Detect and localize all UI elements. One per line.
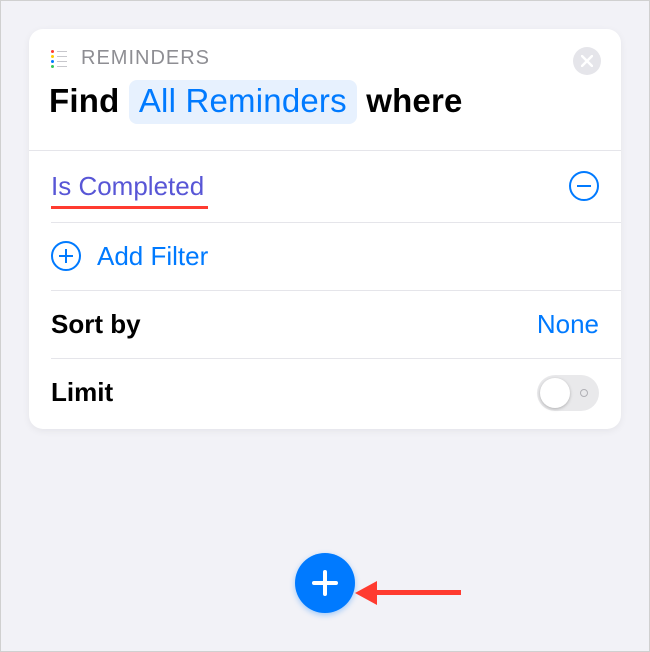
limit-toggle[interactable] (537, 375, 599, 411)
close-icon (581, 55, 593, 67)
query-row: Find All Reminders where (29, 80, 621, 150)
reminders-app-icon (49, 49, 69, 69)
find-label: Find (49, 82, 119, 119)
app-name-label: REMINDERS (81, 47, 210, 70)
limit-label: Limit (51, 377, 113, 408)
card-header: REMINDERS (29, 29, 621, 80)
plus-circle-icon (51, 241, 81, 271)
add-filter-row[interactable]: Add Filter (29, 223, 621, 290)
annotation-underline (51, 206, 208, 209)
minus-icon (577, 185, 591, 187)
remove-filter-button[interactable] (569, 171, 599, 201)
close-button[interactable] (573, 47, 601, 75)
action-card: REMINDERS Find All Reminders where Is Co… (29, 29, 621, 429)
where-label: where (366, 82, 462, 119)
add-action-button[interactable] (295, 553, 355, 613)
annotation-arrow (371, 590, 461, 595)
sort-row[interactable]: Sort by None (29, 291, 621, 358)
sort-by-label: Sort by (51, 309, 141, 340)
source-token[interactable]: All Reminders (129, 80, 357, 124)
toggle-off-indicator-icon (580, 389, 588, 397)
limit-row: Limit (29, 359, 621, 429)
filter-label[interactable]: Is Completed (51, 171, 204, 202)
filter-row[interactable]: Is Completed (29, 151, 621, 222)
toggle-knob (540, 378, 570, 408)
add-filter-label: Add Filter (97, 241, 208, 272)
sort-value[interactable]: None (537, 309, 599, 340)
